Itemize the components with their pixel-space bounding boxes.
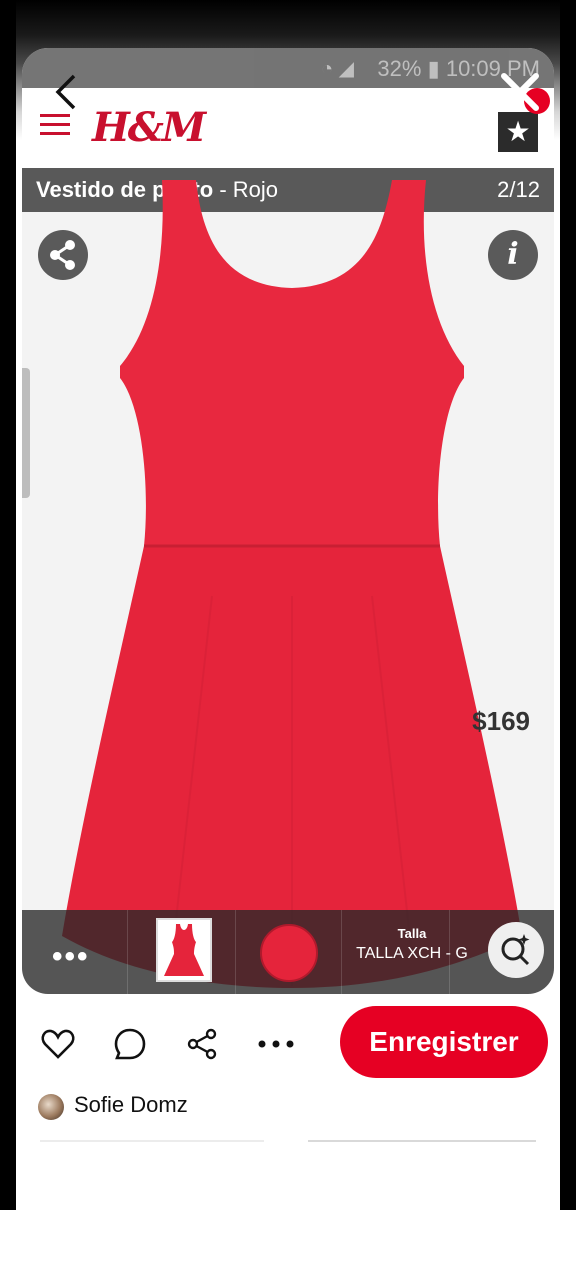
heart-icon[interactable] bbox=[40, 1026, 76, 1062]
hamburger-icon bbox=[40, 114, 70, 136]
divider bbox=[40, 1140, 264, 1142]
pin-action-bar: Enregistrer bbox=[16, 1006, 560, 1080]
dress-thumbnail[interactable] bbox=[156, 918, 212, 982]
share-icon[interactable] bbox=[184, 1026, 220, 1062]
chevron-left-icon[interactable] bbox=[52, 72, 82, 112]
more-options-cell[interactable]: ••• bbox=[22, 910, 128, 994]
right-edge bbox=[560, 0, 576, 1210]
color-swatch[interactable] bbox=[260, 924, 318, 982]
size-label: Talla bbox=[397, 926, 427, 941]
battery-percent: 32% bbox=[377, 56, 422, 81]
close-icon[interactable] bbox=[490, 66, 550, 122]
battery-icon: ▮ bbox=[427, 56, 440, 81]
more-dots-icon[interactable]: ••• bbox=[52, 940, 90, 974]
left-edge bbox=[0, 0, 16, 1210]
author-name[interactable]: Sofie Domz bbox=[74, 1092, 188, 1118]
store-header: H&M ★ bbox=[22, 88, 554, 168]
divider bbox=[308, 1140, 536, 1142]
info-icon[interactable]: i bbox=[488, 230, 538, 280]
comment-icon[interactable] bbox=[112, 1026, 148, 1062]
share-icon[interactable] bbox=[38, 230, 88, 280]
dress-image bbox=[62, 180, 522, 988]
size-value[interactable]: TALLA XCH - G bbox=[342, 944, 482, 964]
product-options-bar: ••• Talla TALLA XCH - G bbox=[22, 910, 554, 994]
more-icon[interactable] bbox=[256, 1026, 294, 1062]
signal-icon: ◔ ◢ bbox=[320, 58, 354, 80]
save-button[interactable]: Enregistrer bbox=[340, 1006, 548, 1078]
visual-search-icon[interactable] bbox=[488, 922, 544, 978]
product-price: $169 bbox=[472, 706, 530, 736]
side-drawer-handle[interactable] bbox=[22, 368, 30, 498]
hm-logo: H&M bbox=[92, 104, 206, 151]
embedded-status-bar: ◔ ◢ 32% ▮ 10:09 PM bbox=[22, 48, 554, 88]
pin-image-card[interactable]: ◔ ◢ 32% ▮ 10:09 PM H&M ★ Vestido de punt… bbox=[22, 48, 554, 994]
avatar[interactable] bbox=[38, 1094, 64, 1120]
pin-closeup-screen: ◔ ◢ 32% ▮ 10:09 PM H&M ★ Vestido de punt… bbox=[16, 0, 560, 1210]
